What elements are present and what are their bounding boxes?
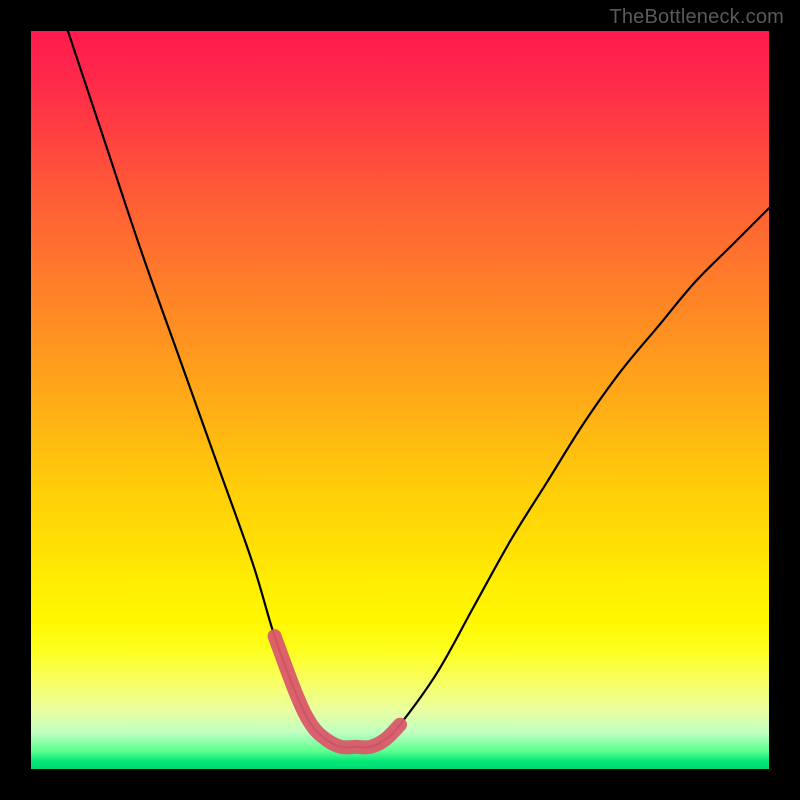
bottleneck-curve xyxy=(68,31,769,747)
chart-svg xyxy=(31,31,769,769)
chart-plot-area xyxy=(31,31,769,769)
watermark-text: TheBottleneck.com xyxy=(609,6,784,29)
highlighted-region xyxy=(275,636,400,747)
